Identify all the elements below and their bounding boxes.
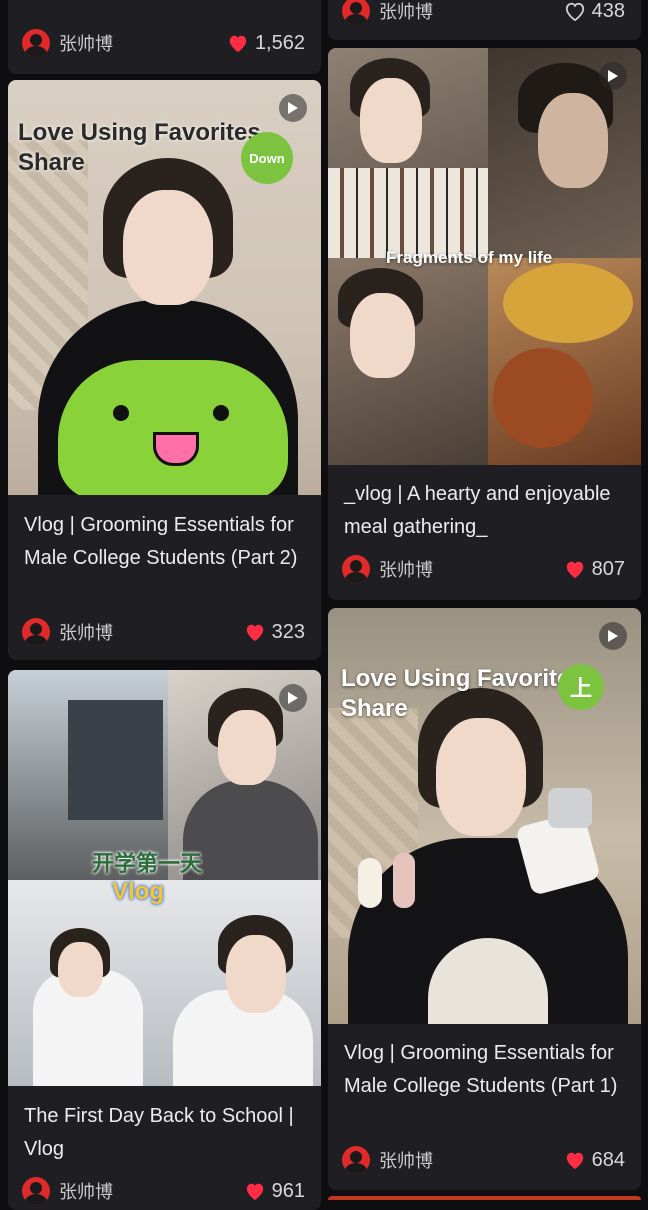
avatar [342, 555, 370, 583]
avatar [342, 1146, 370, 1174]
face [538, 93, 608, 188]
feed-card[interactable]: Fragments of my life _vlog | A hearty an… [328, 48, 641, 600]
heart-outline-icon [565, 2, 584, 21]
badge: Down [241, 132, 293, 184]
card-meta: 张帅博 438 [342, 0, 625, 26]
food-dish [493, 348, 593, 448]
post-title[interactable]: The First Day Back to School | Vlog [24, 1100, 307, 1166]
video-thumbnail[interactable]: Fragments of my life [328, 48, 641, 465]
author[interactable]: 张帅博 [342, 1146, 433, 1174]
feed-card-top-right[interactable]: 张帅博 438 [328, 0, 641, 40]
foil-pack [548, 788, 592, 828]
author-name: 张帅博 [379, 1151, 433, 1172]
author[interactable]: 张帅博 [342, 0, 433, 25]
food-dish [503, 263, 633, 343]
like-count: 1,562 [254, 31, 305, 54]
video-thumbnail[interactable]: 开学第一天 Vlog [8, 670, 321, 1086]
like-count: 807 [591, 557, 625, 580]
post-title[interactable]: Vlog | Grooming Essentials for Male Coll… [344, 1037, 627, 1103]
heart-icon [246, 624, 263, 642]
feed-card-top-left[interactable]: 张帅博 1,562 [8, 0, 321, 74]
lipstick [358, 858, 382, 908]
like-count: 438 [591, 0, 625, 22]
heart-icon [566, 561, 583, 579]
card-meta: 张帅博 961 [22, 1176, 305, 1206]
author-name: 张帅博 [379, 2, 433, 23]
author[interactable]: 张帅博 [22, 618, 113, 646]
overlay-subtitle: Vlog [112, 878, 164, 905]
post-title[interactable]: Vlog | Grooming Essentials for Male Coll… [24, 509, 307, 575]
like-count: 961 [271, 1179, 305, 1202]
post-title[interactable]: _vlog | A hearty and enjoyable meal gath… [344, 478, 627, 544]
like-count: 684 [591, 1148, 625, 1171]
feed-card[interactable]: Love Using Favorites Share 上 Vlog | Groo… [328, 608, 641, 1190]
card-meta: 张帅博 807 [342, 554, 625, 584]
card-meta: 张帅博 1,562 [22, 28, 305, 58]
building [68, 700, 163, 820]
like-button[interactable]: 323 [244, 621, 305, 644]
play-icon [599, 622, 627, 650]
feed-card[interactable]: Love Using Favorites Share Down Vlog | G… [8, 80, 321, 660]
face [218, 710, 276, 785]
avatar [342, 0, 370, 25]
face [226, 935, 286, 1013]
author-name: 张帅博 [59, 623, 113, 644]
author-name: 张帅博 [59, 34, 113, 55]
video-thumbnail[interactable]: Love Using Favorites Share 上 [328, 608, 641, 1024]
face [123, 190, 213, 305]
author[interactable]: 张帅博 [22, 29, 113, 57]
author-name: 张帅博 [59, 1182, 113, 1203]
card-meta: 张帅博 684 [342, 1145, 625, 1175]
overlay-title: 开学第一天 [92, 851, 203, 876]
feed-card[interactable]: 开学第一天 Vlog The First Day Back to School … [8, 670, 321, 1210]
like-count: 323 [271, 620, 305, 643]
frog-plush [58, 360, 288, 495]
play-icon [599, 62, 627, 90]
video-thumbnail[interactable]: Love Using Favorites Share Down [8, 80, 321, 495]
face [360, 78, 422, 163]
author-name: 张帅博 [379, 560, 433, 581]
overlay-title: Fragments of my life [386, 248, 553, 267]
play-icon [279, 684, 307, 712]
like-button[interactable]: 807 [564, 558, 625, 581]
play-icon [279, 94, 307, 122]
heart-icon [566, 1152, 583, 1170]
like-button[interactable]: 1,562 [227, 32, 305, 55]
like-button[interactable]: 684 [564, 1149, 625, 1172]
lipstick [393, 853, 415, 908]
face [436, 718, 526, 836]
badge: 上 [558, 664, 604, 710]
face [350, 293, 415, 378]
card-meta: 张帅博 323 [22, 617, 305, 647]
plaid-shirt [328, 168, 488, 258]
like-button[interactable]: 438 [564, 0, 625, 23]
next-card-edge [328, 1196, 641, 1200]
face [58, 942, 103, 997]
author[interactable]: 张帅博 [22, 1177, 113, 1205]
avatar [22, 29, 50, 57]
sweater [183, 780, 318, 880]
avatar [22, 618, 50, 646]
avatar [22, 1177, 50, 1205]
heart-icon [246, 1183, 263, 1201]
author[interactable]: 张帅博 [342, 555, 433, 583]
heart-icon [229, 35, 247, 53]
like-button[interactable]: 961 [244, 1180, 305, 1203]
